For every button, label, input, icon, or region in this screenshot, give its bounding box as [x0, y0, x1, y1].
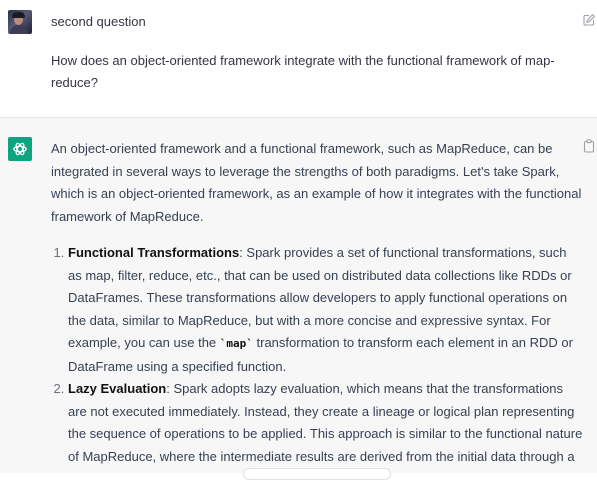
edit-icon[interactable] [582, 13, 596, 27]
assistant-message: An object-oriented framework and a funct… [0, 118, 597, 473]
answer-list: Functional Transformations: Spark provid… [51, 242, 583, 468]
user-message-text: How does an object-oriented framework in… [51, 53, 555, 90]
assistant-message-content: An object-oriented framework and a funct… [51, 138, 583, 468]
inline-code: `map` [219, 337, 253, 350]
scroll-to-bottom-button[interactable] [243, 468, 391, 480]
user-message-content: second question How does an object-orien… [51, 11, 571, 94]
list-item-title: Functional Transformations [68, 245, 240, 260]
list-item: Lazy Evaluation: Spark adopts lazy evalu… [68, 378, 583, 468]
list-item: Functional Transformations: Spark provid… [68, 242, 583, 378]
list-item-title: Lazy Evaluation [68, 381, 167, 396]
clipboard-icon[interactable] [583, 139, 595, 153]
assistant-intro: An object-oriented framework and a funct… [51, 141, 582, 224]
user-message-title: second question [51, 14, 146, 29]
openai-logo-icon [8, 137, 32, 161]
user-avatar [8, 10, 32, 34]
user-message: second question How does an object-orien… [0, 0, 597, 118]
